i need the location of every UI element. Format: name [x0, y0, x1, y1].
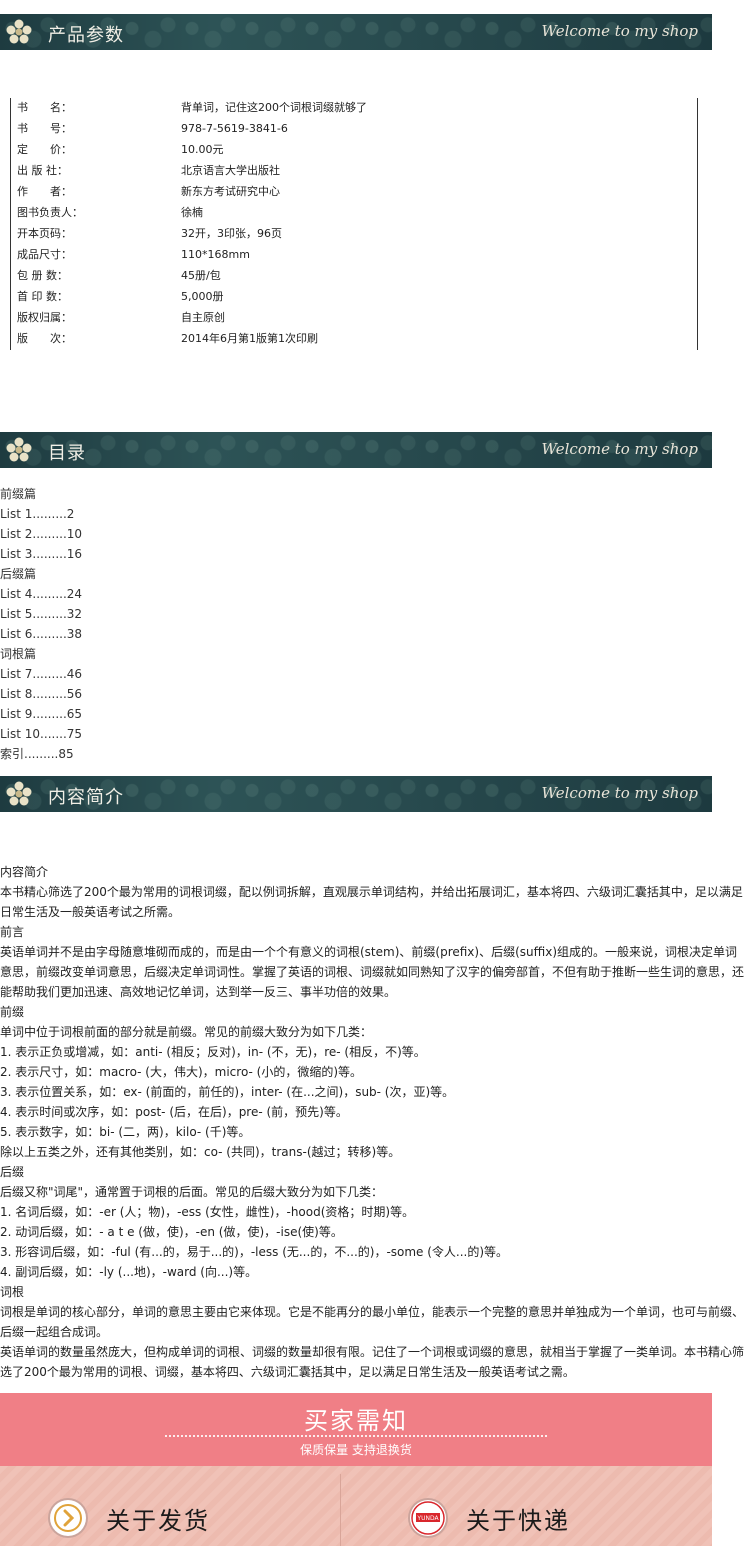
toc-item: List 10.......75 [0, 727, 83, 741]
toc-item: List 9.........65 [0, 707, 83, 721]
intro-paragraph: 英语单词并不是由字母随意堆砌而成的，而是由一个个有意义的词根(stem)、前缀(… [0, 945, 745, 999]
banner-slogan: Welcome to my shop [541, 22, 698, 40]
intro-list-item: 1. 表示正负或增减，如：anti- (相反；反对)，in- (不，无)，re-… [0, 1045, 426, 1059]
banner-title: 产品参数 [48, 25, 124, 46]
flower-icon [6, 437, 32, 462]
content-intro: 内容简介 本书精心筛选了200个最为常用的词根词缀，配以例词拆解，直观展示单词结… [0, 862, 744, 1382]
intro-paragraph: 后缀又称"词尾"，通常置于词根的后面。常见的后缀大致分为如下几类： [0, 1185, 384, 1199]
flower-icon [6, 781, 32, 806]
express-info-heading[interactable]: 关于快递 [466, 1501, 570, 1536]
intro-list-item: 5. 表示数字，如：bi- (二，两)，kilo- (千)等。 [0, 1125, 251, 1139]
toc-section: 词根篇 [0, 647, 37, 661]
intro-list-item: 3. 形容词后缀，如：-ful (有...的，易于...的)，-less (无.… [0, 1245, 509, 1259]
intro-heading: 词根 [0, 1285, 25, 1299]
notice-header: 买家需知 保质保量 支持退换货 [0, 1393, 712, 1466]
buyer-notice: 买家需知 保质保量 支持退换货 关于发货 YUNDA 关于快递 [0, 1393, 712, 1546]
toc-item: List 8.........56 [0, 687, 83, 701]
intro-list-item: 3. 表示位置关系，如：ex- (前面的，前任的)，inter- (在...之间… [0, 1085, 455, 1099]
toc-item: List 5.........32 [0, 607, 83, 621]
toc-item: List 2.........10 [0, 527, 83, 541]
banner-slogan: Welcome to my shop [541, 440, 698, 458]
intro-list-item: 2. 表示尺寸，如：macro- (大，伟大)，micro- (小的，微缩的)等… [0, 1065, 363, 1079]
toc-item: List 6.........38 [0, 627, 83, 641]
notice-body: 关于发货 YUNDA 关于快递 [0, 1466, 712, 1546]
banner-title: 目录 [48, 443, 86, 464]
intro-paragraph: 词根是单词的核心部分，单词的意思主要由它来体现。它是不能再分的最小单位，能表示一… [0, 1305, 745, 1339]
banner-slogan: Welcome to my shop [541, 784, 698, 802]
shipping-info-heading[interactable]: 关于发货 [106, 1501, 210, 1536]
toc-item: List 3.........16 [0, 547, 83, 561]
product-params: 书 名： 背单词，记住这200个词根词缀就够了 书 号： 978-7-5619-38… [10, 98, 698, 350]
yunda-logo-icon: YUNDA [410, 1500, 446, 1536]
intro-heading: 前缀 [0, 1005, 25, 1019]
toc-section: 前缀篇 [0, 487, 37, 501]
toc-item: List 1.........2 [0, 507, 75, 521]
banner-title: 内容简介 [48, 787, 124, 808]
arrow-circle-icon [50, 1500, 86, 1536]
toc-item: List 7.........46 [0, 667, 83, 681]
toc-item: 索引.........85 [0, 747, 74, 761]
intro-paragraph: 除以上五类之外，还有其他类别，如：co- (共同)，trans-(越过；转移)等… [0, 1145, 401, 1159]
intro-paragraph: 本书精心筛选了200个最为常用的词根词缀，配以例词拆解，直观展示单词结构，并给出… [0, 885, 743, 919]
toc-section: 后缀篇 [0, 567, 37, 581]
intro-heading: 内容简介 [0, 865, 49, 879]
intro-list-item: 4. 副词后缀，如：-ly (...地)，-ward (向...)等。 [0, 1265, 258, 1279]
notice-subtitle: 保质保量 支持退换货 [300, 1443, 412, 1457]
intro-paragraph: 单词中位于词根前面的部分就是前缀。常见的前缀大致分为如下几类： [0, 1025, 373, 1039]
params-banner: 产品参数 Welcome to my shop [0, 14, 712, 50]
intro-banner: 内容简介 Welcome to my shop [0, 776, 712, 812]
notice-title: 买家需知 [304, 1407, 408, 1435]
svg-text:YUNDA: YUNDA [416, 1515, 439, 1522]
flower-icon [6, 19, 32, 44]
intro-list-item: 1. 名词后缀，如：-er (人；物)，-ess (女性，雌性)，-hood(资… [0, 1205, 415, 1219]
toc-item: List 4.........24 [0, 587, 83, 601]
intro-heading: 前言 [0, 925, 25, 939]
toc-banner: 目录 Welcome to my shop [0, 432, 712, 468]
dotted-divider [165, 1435, 547, 1437]
intro-paragraph: 英语单词的数量虽然庞大，但构成单词的词根、词缀的数量却很有限。记住了一个词根或词… [0, 1345, 745, 1379]
intro-list-item: 4. 表示时间或次序，如：post- (后，在后)，pre- (前，预先)等。 [0, 1105, 348, 1119]
vertical-divider [340, 1474, 341, 1546]
intro-heading: 后缀 [0, 1165, 25, 1179]
intro-list-item: 2. 动词后缀，如：- a t e (做，使)，-en (做，使)，-ise(使… [0, 1225, 343, 1239]
